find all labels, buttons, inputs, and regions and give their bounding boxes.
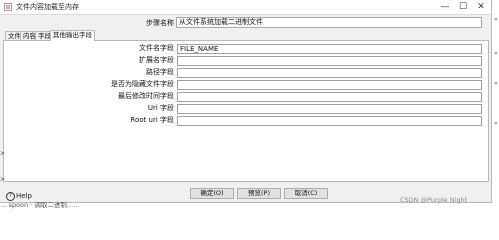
title-divider [0, 14, 491, 15]
field-input-filename[interactable]: FILE_NAME [177, 44, 482, 54]
side-glyph-icon: » [494, 80, 498, 87]
background-text: … spoon · 调取二进制…… [0, 201, 80, 209]
field-label-filename: 文件名字段 [139, 44, 174, 52]
watermark: CSDN @Purple Night [400, 196, 468, 204]
field-input-extension[interactable] [177, 56, 482, 66]
preview-button[interactable]: 预览(P) [237, 188, 281, 199]
cancel-button[interactable]: 取消(C) [284, 188, 328, 199]
step-name-input[interactable]: 从文件系统加载二进制文件 [176, 17, 482, 28]
ok-button[interactable]: 确定(O) [190, 188, 234, 199]
help-label: Help [16, 192, 32, 200]
tab-other-output-fields[interactable]: 其他输出字段 [50, 30, 95, 41]
side-glyph-icon: » [494, 16, 498, 23]
field-input-hidden[interactable] [177, 80, 482, 90]
field-input-root-uri[interactable] [177, 116, 482, 126]
window-title: 文件内容加载至内存 [16, 3, 79, 11]
field-input-uri[interactable] [177, 104, 482, 114]
side-glyph-icon: » [494, 50, 498, 57]
left-edge-mark: > [0, 150, 6, 157]
close-button[interactable]: ✕ [474, 0, 488, 14]
field-label-path: 路径字段 [146, 68, 174, 76]
field-input-last-modified[interactable] [177, 92, 482, 102]
field-label-hidden: 是否为隐藏文件字段 [111, 80, 174, 88]
help-button[interactable]: ? Help [6, 191, 32, 201]
left-edge-mark: > [0, 176, 6, 183]
step-name-label: 步骤名称 [146, 19, 174, 27]
minimize-button[interactable]: — [438, 0, 452, 14]
field-label-root-uri: Root uri 字段 [130, 116, 174, 124]
field-label-uri: Uri 字段 [147, 104, 174, 112]
app-icon [4, 3, 12, 11]
field-label-extension: 扩展名字段 [139, 56, 174, 64]
field-label-last-modified: 最后修改时间字段 [118, 92, 174, 100]
maximize-button[interactable]: ☐ [456, 0, 470, 14]
help-icon: ? [6, 191, 15, 201]
side-glyph-icon: » [494, 120, 498, 127]
field-input-path[interactable] [177, 68, 482, 78]
